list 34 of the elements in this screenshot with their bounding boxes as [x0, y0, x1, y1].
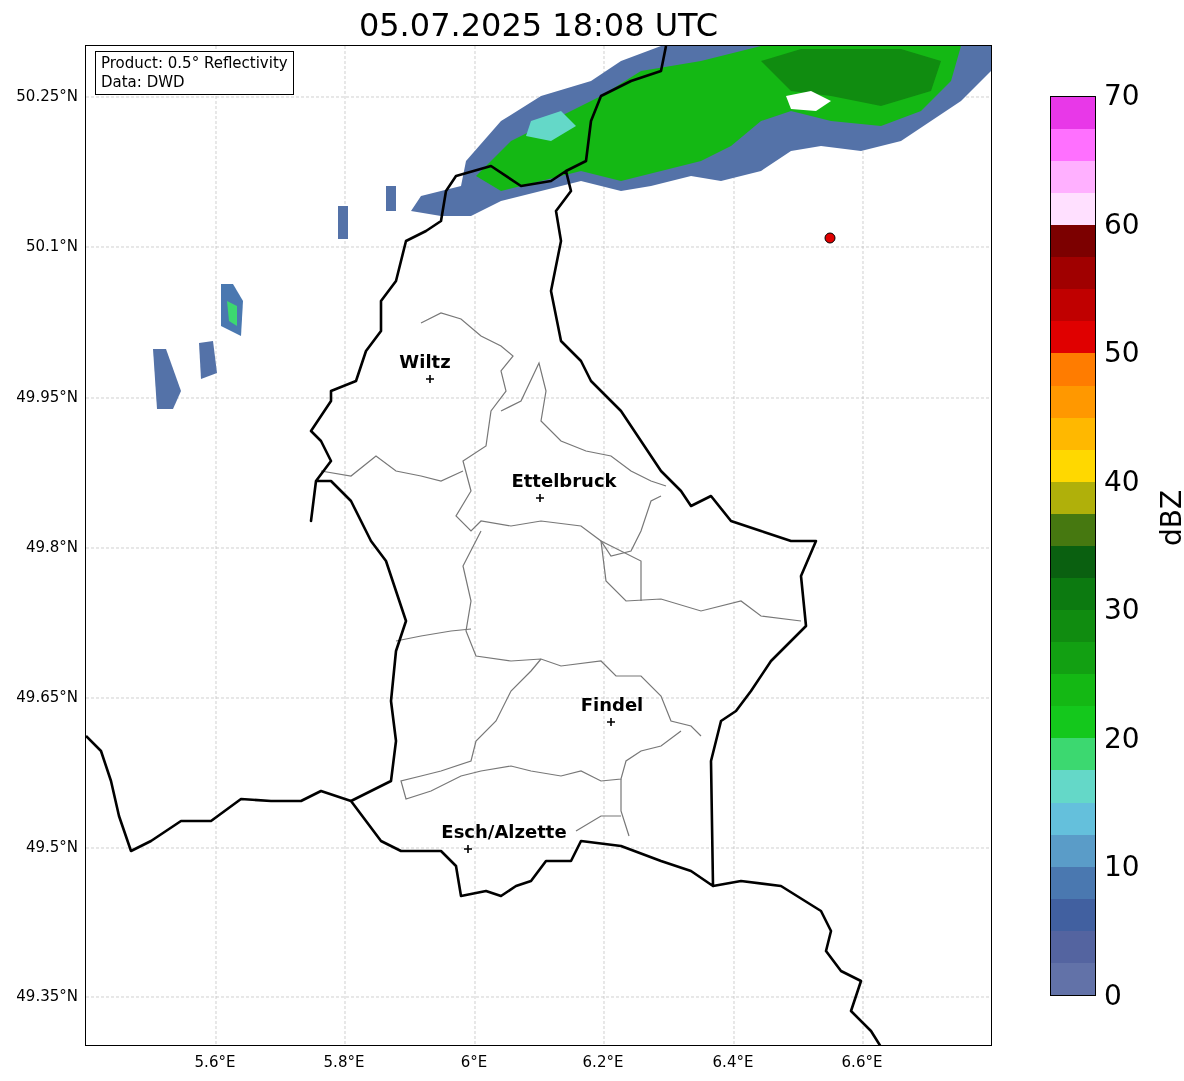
axis-tick-label: 50.25°N: [16, 87, 78, 105]
radar-site-marker: [824, 232, 836, 244]
city-label: Wiltz: [398, 352, 452, 372]
city-marker-icon: [464, 845, 472, 853]
axis-tick-label: 5.8°E: [323, 1053, 365, 1071]
colorbar-tick-label: 50: [1104, 338, 1140, 369]
axis-tick-label: 49.95°N: [16, 388, 78, 406]
colorbar-tick-label: 0: [1104, 981, 1122, 1011]
chart-title: 05.07.2025 18:08 UTC: [357, 5, 720, 46]
axis-tick-label: 6.4°E: [712, 1053, 754, 1071]
city-marker-icon: [607, 718, 615, 726]
info-text: Data: DWD: [101, 73, 186, 92]
city-label: Esch/Alzette: [440, 822, 568, 842]
city-label: Ettelbruck: [510, 471, 618, 491]
colorbar-tick-label: 30: [1104, 595, 1140, 626]
info-text: Product: 0.5° Reflectivity: [101, 54, 288, 73]
axis-tick-label: 5.6°E: [194, 1053, 236, 1071]
axis-tick-label: 6°E: [460, 1053, 488, 1071]
axis-tick-label: 6.6°E: [841, 1053, 883, 1071]
colorbar-tick-label: 20: [1104, 723, 1140, 754]
colorbar-tick-label: 40: [1104, 466, 1140, 497]
axis-tick-label: 50.1°N: [25, 237, 78, 255]
axis-tick-label: 6.2°E: [582, 1053, 624, 1071]
axis-tick-label: 49.35°N: [16, 987, 78, 1005]
axis-tick-label: 49.5°N: [25, 838, 78, 856]
colorbar-label: dBZ: [1154, 488, 1184, 548]
axis-tick-label: 49.8°N: [25, 538, 78, 556]
city-marker-icon: [426, 375, 434, 383]
colorbar-tick-label: 70: [1104, 81, 1140, 111]
city-marker-icon: [536, 494, 544, 502]
axis-tick-label: 49.65°N: [16, 688, 78, 706]
city-label: Findel: [579, 695, 645, 715]
colorbar-tick-label: 60: [1104, 209, 1140, 240]
colorbar-tick-label: 10: [1104, 852, 1140, 883]
